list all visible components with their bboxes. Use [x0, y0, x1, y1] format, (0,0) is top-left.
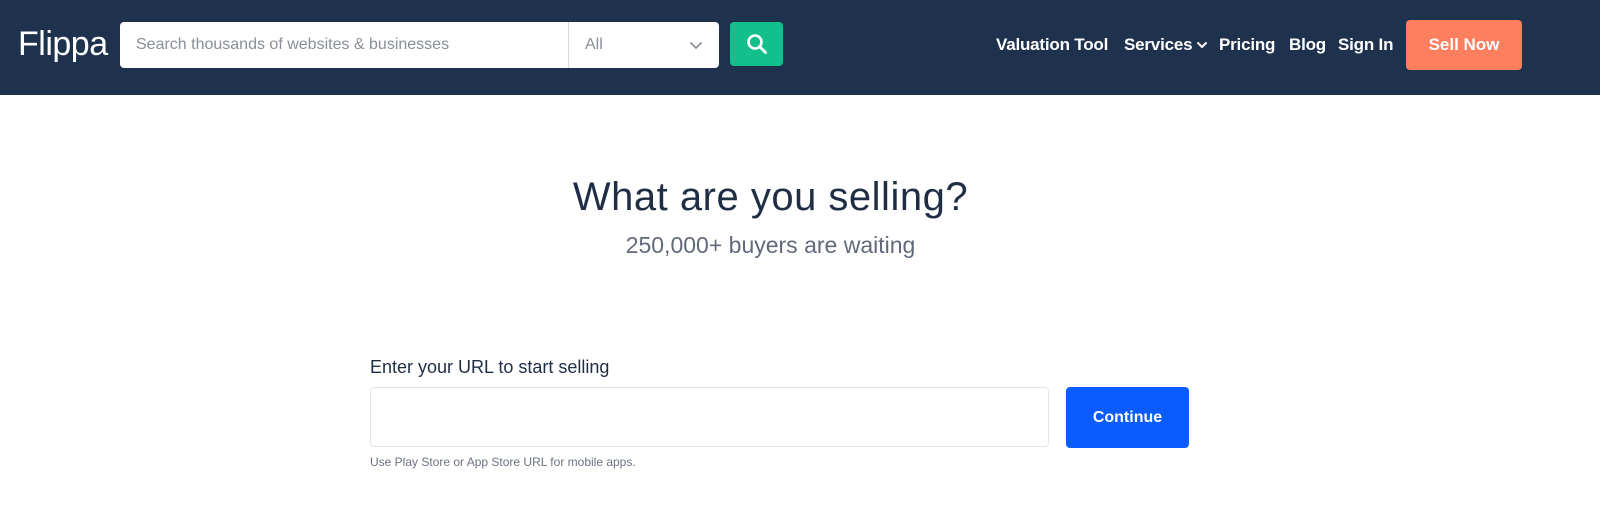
chevron-down-icon — [690, 42, 702, 49]
nav-pricing[interactable]: Pricing — [1219, 35, 1275, 55]
chevron-down-icon — [1197, 42, 1208, 48]
url-hint-text: Use Play Store or App Store URL for mobi… — [370, 455, 636, 469]
continue-button[interactable]: Continue — [1066, 387, 1189, 448]
top-navigation-bar: Flippa All Valuation Tool Services Prici… — [0, 0, 1600, 95]
category-dropdown[interactable]: All — [568, 22, 719, 68]
nav-valuation-tool-wrap: Valuation Tool — [996, 22, 1108, 68]
nav-blog[interactable]: Blog — [1289, 35, 1326, 55]
nav-services-wrap: Services — [1124, 22, 1208, 68]
search-button[interactable] — [730, 22, 783, 66]
page-title: What are you selling? — [572, 175, 969, 219]
page-subtitle: 250,000+ buyers are waiting — [625, 232, 916, 258]
search-icon — [746, 34, 767, 54]
search-input[interactable] — [120, 22, 568, 68]
sell-now-button[interactable]: Sell Now — [1406, 20, 1522, 70]
nav-valuation-tool[interactable]: Valuation Tool — [996, 35, 1108, 55]
flippa-logo[interactable]: Flippa — [18, 22, 108, 66]
category-selected-value: All — [585, 36, 603, 53]
nav-pricing-wrap: Pricing — [1219, 22, 1275, 68]
nav-services[interactable]: Services — [1124, 35, 1208, 55]
url-input[interactable] — [370, 387, 1049, 447]
nav-services-label: Services — [1124, 35, 1193, 54]
nav-blog-wrap: Blog — [1289, 22, 1326, 68]
search-bar: All — [120, 22, 719, 68]
nav-sign-in-wrap: Sign In — [1338, 22, 1393, 68]
nav-sign-in[interactable]: Sign In — [1338, 35, 1393, 55]
url-field-label: Enter your URL to start selling — [370, 357, 610, 377]
